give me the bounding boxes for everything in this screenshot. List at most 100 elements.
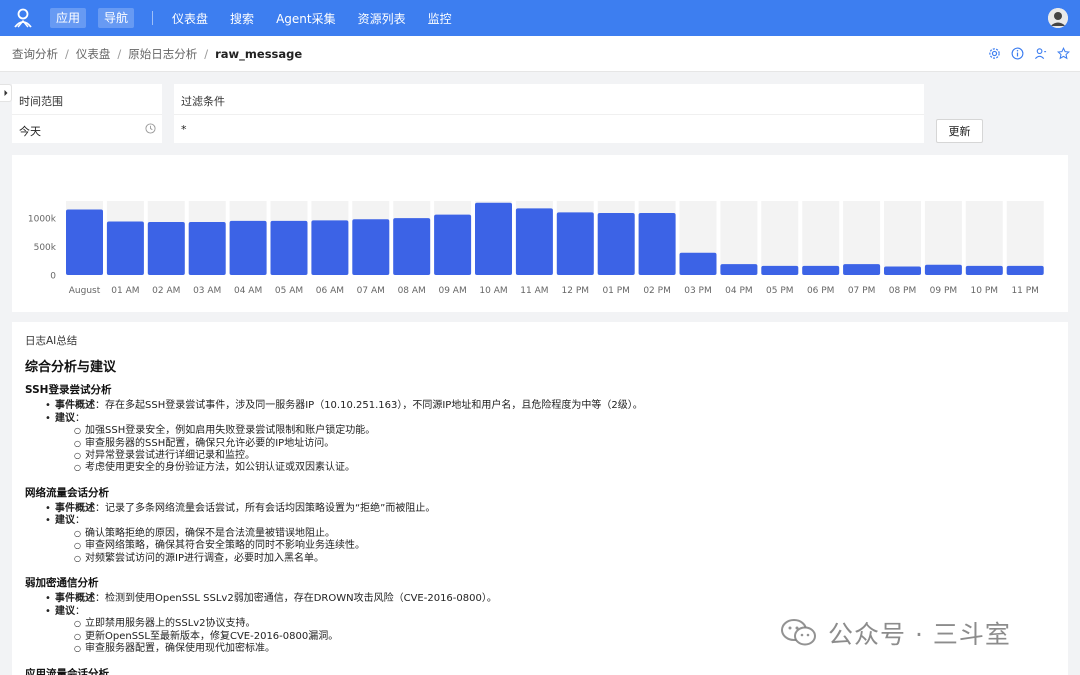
- histogram-bar[interactable]: [802, 265, 840, 275]
- nav-link-dashboard[interactable]: 仪表盘: [172, 10, 208, 27]
- bar-track: [965, 201, 1003, 275]
- advice-item: 对异常登录尝试进行详细记录和监控。: [25, 450, 1055, 463]
- histogram-card: 1000k 500k 0 August 01 AM 02 AM 03 AM 04 AM 05 A…: [12, 155, 1068, 312]
- histogram-bar[interactable]: [270, 220, 308, 275]
- x-tick-label: 10 AM: [479, 286, 507, 296]
- histogram-bar[interactable]: [352, 219, 390, 275]
- histogram-bar[interactable]: [924, 264, 962, 275]
- histogram-bar[interactable]: [679, 252, 717, 275]
- histogram-bar[interactable]: [188, 222, 226, 275]
- filter-condition-input[interactable]: *: [174, 114, 924, 143]
- x-tick-label: 12 PM: [562, 286, 590, 296]
- user-share-icon[interactable]: [1033, 46, 1047, 60]
- histogram-bar[interactable]: [311, 220, 349, 275]
- x-tick-label: 03 PM: [684, 286, 712, 296]
- event-overview: 事件概述：记录了多条网络流量会话尝试，所有会话均因策略设置为“拒绝”而被阻止。: [25, 503, 1055, 516]
- section-title: 网络流量会话分析: [25, 486, 109, 499]
- histogram-bar[interactable]: [638, 212, 676, 275]
- section-title: 应用流量会话分析: [25, 667, 109, 675]
- nav-pill-navigation[interactable]: 导航: [98, 8, 135, 28]
- histogram-chart: 1000k 500k 0 August 01 AM 02 AM 03 AM 04 AM 05 A…: [28, 201, 1044, 296]
- x-tick-label: 02 PM: [643, 286, 671, 296]
- breadcrumb-item-raw-log[interactable]: 原始日志分析: [128, 46, 197, 62]
- advice-item: 对频繁尝试访问的源IP进行调查，必要时加入黑名单。: [25, 553, 1055, 566]
- info-icon[interactable]: [1010, 46, 1024, 60]
- histogram-bar[interactable]: [965, 265, 1003, 275]
- summary-label: 日志AI总结: [25, 335, 78, 347]
- x-tick-label: 06 AM: [316, 286, 344, 296]
- gear-icon[interactable]: [987, 46, 1001, 60]
- toolbar: [987, 46, 1070, 60]
- time-range-picker[interactable]: 今天: [12, 114, 162, 143]
- advice-item: 确认策略拒绝的原因，确保不是合法流量被错误地阻止。: [25, 528, 1055, 541]
- histogram-bar[interactable]: [229, 220, 267, 275]
- bar-track: [924, 201, 962, 275]
- y-tick-label: 0: [50, 272, 56, 282]
- x-tick-label: 04 PM: [725, 286, 753, 296]
- advice-item: 加强SSH登录安全，例如启用失败登录尝试限制和账户锁定功能。: [25, 425, 1055, 438]
- histogram-bar[interactable]: [1006, 265, 1044, 275]
- x-tick-label: 01 PM: [602, 286, 630, 296]
- histogram-bar[interactable]: [761, 265, 799, 275]
- x-tick-label: 06 PM: [807, 286, 835, 296]
- histogram-bar[interactable]: [66, 209, 103, 275]
- bar-track: [802, 201, 840, 275]
- histogram-bar[interactable]: [147, 222, 185, 275]
- bar-track: [884, 201, 921, 275]
- time-range-label: 时间范围: [12, 84, 162, 114]
- advice-heading: 建议：: [25, 413, 1055, 426]
- app-logo-icon[interactable]: [12, 7, 34, 29]
- nav-link-resources[interactable]: 资源列表: [358, 10, 406, 27]
- x-tick-label: 01 AM: [111, 286, 139, 296]
- histogram-bar[interactable]: [556, 212, 594, 275]
- advice-heading: 建议：: [25, 515, 1055, 528]
- time-range-value: 今天: [19, 125, 41, 138]
- x-tick-label: 07 AM: [357, 286, 385, 296]
- breadcrumb-current: raw_message: [215, 46, 303, 61]
- summary-section: SSH登录尝试分析事件概述：存在多起SSH登录尝试事件，涉及同一服务器IP（10…: [25, 382, 1055, 475]
- breadcrumb: 查询分析 / 仪表盘 / 原始日志分析 / raw_message: [0, 36, 1080, 72]
- bar-track: [761, 201, 799, 275]
- breadcrumb-item-query[interactable]: 查询分析: [12, 46, 58, 62]
- histogram-bar[interactable]: [475, 202, 512, 275]
- user-avatar[interactable]: [1048, 8, 1068, 28]
- x-tick-label: 09 PM: [930, 286, 958, 296]
- sidebar-toggle[interactable]: [0, 84, 12, 102]
- histogram-bar[interactable]: [843, 264, 881, 275]
- star-icon[interactable]: [1056, 46, 1070, 60]
- nav-link-search[interactable]: 搜索: [230, 10, 254, 27]
- nav-divider: [152, 11, 154, 25]
- x-tick-label: 11 PM: [1011, 286, 1039, 296]
- y-tick-label: 500k: [34, 243, 57, 253]
- section-title: SSH登录尝试分析: [25, 384, 112, 396]
- bar-track: [843, 201, 881, 275]
- nav-pill-apps[interactable]: 应用: [50, 8, 87, 28]
- advice-item: 审查服务器的SSH配置，确保只允许必要的IP地址访问。: [25, 438, 1055, 451]
- histogram-bar[interactable]: [106, 221, 144, 275]
- histogram-bar[interactable]: [515, 208, 553, 275]
- nav-link-monitor[interactable]: 监控: [428, 10, 452, 27]
- top-nav: 应用 导航 仪表盘 搜索 Agent采集 资源列表 监控: [0, 0, 1080, 36]
- x-tick-label: 05 PM: [766, 286, 794, 296]
- x-tick-label: 10 PM: [971, 286, 999, 296]
- x-tick-label: 05 AM: [275, 286, 303, 296]
- section-title: 弱加密通信分析: [25, 577, 99, 590]
- advice-item: 考虑使用更安全的身份验证方法，如公钥认证或双因素认证。: [25, 462, 1055, 475]
- breadcrumb-item-dashboard[interactable]: 仪表盘: [76, 46, 111, 62]
- histogram-bar[interactable]: [884, 266, 921, 275]
- histogram-bar[interactable]: [597, 212, 635, 275]
- bar-track: [720, 201, 758, 275]
- x-tick-label: 07 PM: [848, 286, 876, 296]
- x-tick-label: 11 AM: [520, 286, 548, 296]
- event-overview: 事件概述：存在多起SSH登录尝试事件，涉及同一服务器IP（10.10.251.1…: [25, 400, 1055, 413]
- nav-link-agent[interactable]: Agent采集: [276, 10, 336, 27]
- y-tick-label: 1000k: [28, 215, 57, 225]
- summary-section: 应用流量会话分析事件概述：记录了多个网络会话，涉及P2P应用（如BitTorre…: [25, 666, 1055, 675]
- x-tick-label: 03 AM: [193, 286, 221, 296]
- summary-section: 网络流量会话分析事件概述：记录了多条网络流量会话尝试，所有会话均因策略设置为“拒…: [25, 485, 1055, 566]
- histogram-bar[interactable]: [393, 218, 431, 275]
- histogram-bar[interactable]: [720, 264, 758, 275]
- histogram-bar[interactable]: [434, 214, 472, 275]
- x-tick-label: 02 AM: [152, 286, 180, 296]
- refresh-button[interactable]: 更新: [936, 119, 983, 143]
